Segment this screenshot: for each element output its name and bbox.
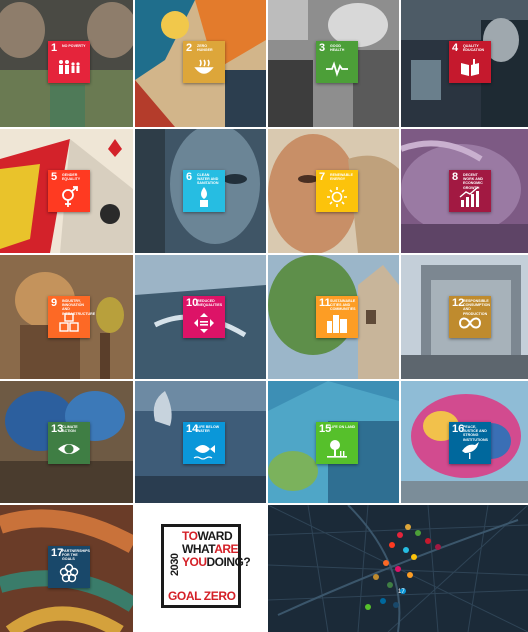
heartbeat-icon	[324, 56, 350, 80]
mural-tile-2[interactable]: 2 Zero hunger	[135, 0, 266, 127]
sdg-badge-17: 17 Partnerships for the goals	[48, 546, 90, 588]
fish-icon	[191, 437, 217, 461]
city-map	[268, 505, 528, 632]
map-tile[interactable]: 17	[268, 505, 528, 632]
map-marker-label: 17	[398, 589, 405, 595]
mural-tile-3[interactable]: 3 Good health	[268, 0, 399, 127]
tree-icon	[324, 437, 350, 461]
sdg-badge-10: 10 Reduced inequalities	[183, 296, 225, 338]
mural-tile-11[interactable]: 11 Sustainable cities and communities	[268, 255, 399, 379]
sdg-badge-1: 1 No poverty	[48, 41, 90, 83]
bowl-icon	[191, 56, 217, 80]
bar-chart-icon	[457, 185, 483, 209]
infinity-icon	[457, 311, 483, 335]
sdg-badge-14: 14 Life below water	[183, 422, 225, 464]
sdg-badge-8: 8 Decent work and economic growth	[449, 170, 491, 212]
goal-zero-label: GOAL ZERO	[168, 589, 236, 603]
dove-icon	[457, 437, 483, 461]
sdg-badge-2: 2 Zero hunger	[183, 41, 225, 83]
toward-2030-tile[interactable]: 2030 TOWARD WHATARE YOUDOING? GOAL ZERO	[135, 505, 266, 632]
mural-tile-10[interactable]: 10 Reduced inequalities	[135, 255, 266, 379]
mural-tile-6[interactable]: 6 Clean water and sanitation	[135, 129, 266, 253]
mural-tile-1[interactable]: 1 No poverty	[0, 0, 133, 127]
sdg-badge-16: 16 Peace, justice and strong institution…	[449, 422, 491, 464]
mural-tile-8[interactable]: 8 Decent work and economic growth	[401, 129, 528, 253]
water-drop-icon	[191, 185, 217, 209]
sdg-mural-grid: 1 No poverty 2 Zero hunger 3 Good health	[0, 0, 528, 632]
people-icon	[56, 56, 82, 80]
eye-globe-icon	[56, 437, 82, 461]
sdg-badge-3: 3 Good health	[316, 41, 358, 83]
buildings-icon	[324, 311, 350, 335]
sdg-badge-6: 6 Clean water and sanitation	[183, 170, 225, 212]
mural-tile-13[interactable]: 13 Climate action	[0, 381, 133, 503]
sun-icon	[324, 185, 350, 209]
year-label: 2030	[169, 553, 181, 576]
cubes-icon	[56, 311, 82, 335]
mural-tile-7[interactable]: 7 Renewable energy	[268, 129, 399, 253]
mural-tile-4[interactable]: 4 Quality education	[401, 0, 528, 127]
mural-tile-17[interactable]: 17 Partnerships for the goals	[0, 505, 133, 632]
mural-tile-15[interactable]: 15 Life on land	[268, 381, 399, 503]
sdg-badge-4: 4 Quality education	[449, 41, 491, 83]
arrows-icon	[191, 311, 217, 335]
sdg-badge-13: 13 Climate action	[48, 422, 90, 464]
mural-tile-9[interactable]: 9 Industry, innovation and infrastructur…	[0, 255, 133, 379]
sdg-badge-11: 11 Sustainable cities and communities	[316, 296, 358, 338]
sdg-badge-15: 15 Life on land	[316, 422, 358, 464]
book-icon	[457, 56, 483, 80]
sdg-badge-9: 9 Industry, innovation and infrastructur…	[48, 296, 95, 338]
gender-icon	[56, 185, 82, 209]
mural-tile-12[interactable]: 12 Responsible consumption and productio…	[401, 255, 528, 379]
mural-tile-14[interactable]: 14 Life below water	[135, 381, 266, 503]
sdg-badge-7: 7 Renewable energy	[316, 170, 358, 212]
sdg-badge-12: 12 Responsible consumption and productio…	[449, 296, 491, 338]
mural-tile-16[interactable]: 16 Peace, justice and strong institution…	[401, 381, 528, 503]
toward-slogan: TOWARD WHATARE YOUDOING?	[182, 529, 251, 569]
sdg-badge-5: 5 Gender equality	[48, 170, 90, 212]
flower-icon	[56, 561, 82, 585]
mural-tile-5[interactable]: 5 Gender equality	[0, 129, 133, 253]
toward-2030-logo: 2030 TOWARD WHATARE YOUDOING? GOAL ZERO	[161, 524, 251, 608]
